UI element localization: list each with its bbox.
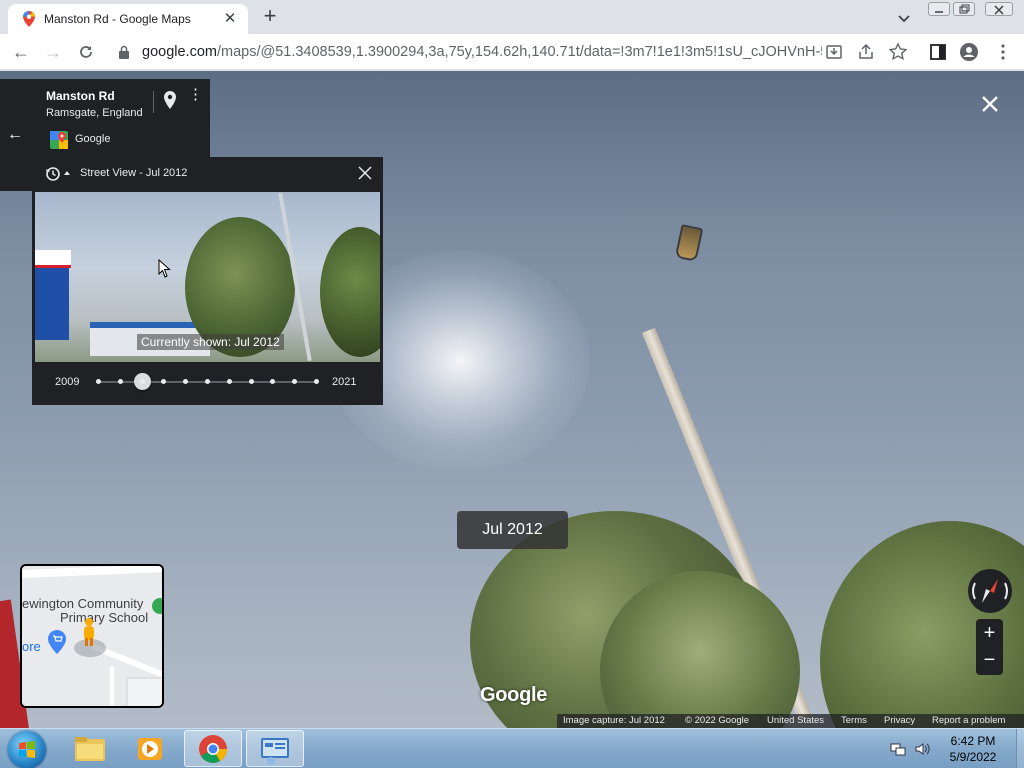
compass-control[interactable] xyxy=(968,569,1012,613)
mini-map[interactable]: ewington Community Primary School ore xyxy=(20,564,164,708)
tab-title: Manston Rd - Google Maps xyxy=(44,12,191,26)
privacy-link[interactable]: Privacy xyxy=(884,715,915,726)
region-link[interactable]: United States xyxy=(767,715,824,726)
street-lamp-head xyxy=(674,224,704,262)
clock-date: 5/9/2022 xyxy=(949,750,997,764)
timeline-point[interactable] xyxy=(117,379,123,384)
show-desktop-button[interactable] xyxy=(1016,729,1024,768)
url-text: google.com/maps/@51.3408539,1.3900294,3a… xyxy=(142,44,822,60)
restore-button[interactable] xyxy=(953,2,975,16)
location-pin-icon[interactable] xyxy=(164,91,176,109)
bookmark-star-icon[interactable] xyxy=(888,42,908,62)
start-button[interactable] xyxy=(8,731,46,768)
close-window-button[interactable] xyxy=(985,2,1013,16)
place-name[interactable]: Manston Rd xyxy=(46,89,115,103)
store-label: ore xyxy=(22,639,41,654)
place-card: Manston Rd Ramsgate, England ⋮ Google xyxy=(32,79,210,157)
tab-search-icon[interactable] xyxy=(894,8,914,28)
chrome-taskbar-button[interactable] xyxy=(184,730,242,767)
minimize-button[interactable] xyxy=(928,2,950,16)
tesco-sign-banner xyxy=(35,250,71,268)
menu-kebab-icon[interactable] xyxy=(993,42,1013,62)
place-address: Ramsgate, England xyxy=(46,107,143,119)
side-panel-icon[interactable] xyxy=(928,42,948,62)
map-footer: Image capture: Jul 2012 © 2022 Google Un… xyxy=(557,714,1024,728)
address-bar[interactable]: google.com/maps/@51.3408539,1.3900294,3a… xyxy=(108,38,858,66)
zoom-out-button[interactable]: − xyxy=(976,647,1003,673)
google-maps-logo-icon xyxy=(50,131,68,149)
share-icon[interactable] xyxy=(856,42,876,62)
google-logo: Google xyxy=(480,684,548,706)
reload-icon[interactable] xyxy=(76,42,96,62)
timeline-point[interactable] xyxy=(205,379,210,384)
history-panel-title: Street View - Jul 2012 xyxy=(80,167,188,179)
street-view-history-panel: Street View - Jul 2012 Currently shown: … xyxy=(32,157,383,405)
folder-icon xyxy=(75,737,105,761)
tree xyxy=(320,227,380,357)
file-explorer-taskbar-button[interactable] xyxy=(60,730,118,767)
google-maps-icon xyxy=(23,11,35,27)
profile-avatar-icon[interactable] xyxy=(959,42,979,62)
imagery-source[interactable]: Google xyxy=(75,133,110,145)
report-problem-link[interactable]: Report a problem xyxy=(932,715,1005,726)
timeline-point[interactable] xyxy=(183,379,189,384)
volume-icon[interactable] xyxy=(914,741,930,757)
media-player-taskbar-button[interactable] xyxy=(122,730,180,767)
zoom-control: + − xyxy=(976,619,1003,675)
lock-icon[interactable] xyxy=(118,45,130,59)
terms-link[interactable]: Terms xyxy=(841,715,867,726)
timeline-point[interactable] xyxy=(314,379,319,384)
history-clock-icon[interactable] xyxy=(44,165,72,183)
control-panel-icon xyxy=(261,738,289,765)
browser-toolbar: ← → google.com/maps/@51.3408539,1.390029… xyxy=(0,34,1024,70)
new-tab-button[interactable]: + xyxy=(258,5,282,29)
forward-arrow-icon[interactable]: → xyxy=(42,41,64,63)
copyright-text: © 2022 Google xyxy=(685,715,750,726)
timeline-point[interactable] xyxy=(161,379,167,384)
url-path: /maps/@51.3408539,1.3900294,3a,75y,154.6… xyxy=(216,44,822,60)
more-options-icon[interactable]: ⋮ xyxy=(188,87,203,110)
tab-close-icon[interactable]: ✕ xyxy=(220,9,240,29)
chrome-icon xyxy=(199,735,227,763)
control-panel-taskbar-button[interactable] xyxy=(246,730,304,767)
timeline-point[interactable] xyxy=(96,379,101,384)
shopping-cart-pin-icon xyxy=(48,630,66,654)
windows-logo-icon xyxy=(19,741,35,758)
image-capture-text: Image capture: Jul 2012 xyxy=(563,715,665,726)
url-host: google.com xyxy=(142,44,217,60)
capture-date-label: Jul 2012 xyxy=(457,511,568,549)
zoom-in-button[interactable]: + xyxy=(976,620,1003,646)
divider xyxy=(153,91,154,113)
timeline-start-year: 2009 xyxy=(55,376,80,388)
timeline-point[interactable] xyxy=(292,379,298,384)
pegman-icon[interactable] xyxy=(72,618,108,658)
tab-strip: Manston Rd - Google Maps ✕ + xyxy=(0,0,1024,34)
browser-tab[interactable]: Manston Rd - Google Maps ✕ xyxy=(8,4,248,34)
school-label-line1: ewington Community xyxy=(22,596,144,611)
media-player-icon xyxy=(138,738,162,760)
timeline-point[interactable] xyxy=(270,379,276,384)
timeline-point[interactable] xyxy=(139,379,145,384)
network-icon[interactable] xyxy=(890,741,906,757)
system-clock[interactable]: 6:42 PM 5/9/2022 xyxy=(938,733,1008,765)
currently-shown-caption: Currently shown: Jul 2012 xyxy=(137,334,284,350)
windows-taskbar: 6:42 PM 5/9/2022 xyxy=(0,728,1024,768)
timeline-point[interactable] xyxy=(248,379,254,384)
compass-needle-icon xyxy=(972,579,1008,603)
back-arrow-icon[interactable]: ← xyxy=(7,126,23,144)
close-street-view-icon[interactable] xyxy=(978,92,1002,116)
timeline-point[interactable] xyxy=(226,379,232,384)
mouse-cursor-icon xyxy=(158,259,171,278)
close-icon[interactable] xyxy=(357,165,373,181)
timeline-end-year: 2021 xyxy=(332,376,357,388)
back-arrow-icon[interactable]: ← xyxy=(10,41,32,63)
clock-time: 6:42 PM xyxy=(950,734,996,748)
back-panel[interactable]: ← xyxy=(0,79,32,191)
install-icon[interactable] xyxy=(824,42,844,62)
